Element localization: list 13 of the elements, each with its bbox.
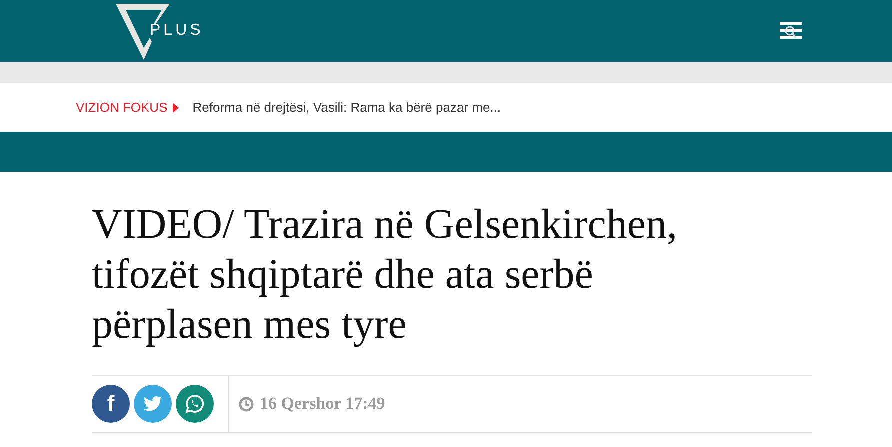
facebook-button[interactable]: f [92, 385, 130, 423]
logo-text[interactable]: PLUS [150, 22, 204, 40]
headline-link[interactable]: Reforma në drejtësi, Vasili: Rama ka bërë pazar me... [192, 100, 502, 115]
whatsapp-button[interactable] [176, 385, 214, 423]
menu-search-icon[interactable] [780, 22, 802, 40]
clock-icon [239, 396, 254, 412]
article-title: VIDEO/ Trazira në Gelsenkirchen, tifozët shqiptarë dhe ata serbë përplasen mes tyre [92, 201, 678, 350]
publish-date: 16 Qershor 17:49 [260, 394, 386, 414]
twitter-button[interactable] [134, 385, 172, 423]
ticker-label: VIZION FOKUS [76, 100, 168, 115]
phone-bubble-icon [185, 394, 205, 414]
bird-icon [143, 396, 163, 412]
triangle-icon [172, 102, 179, 112]
